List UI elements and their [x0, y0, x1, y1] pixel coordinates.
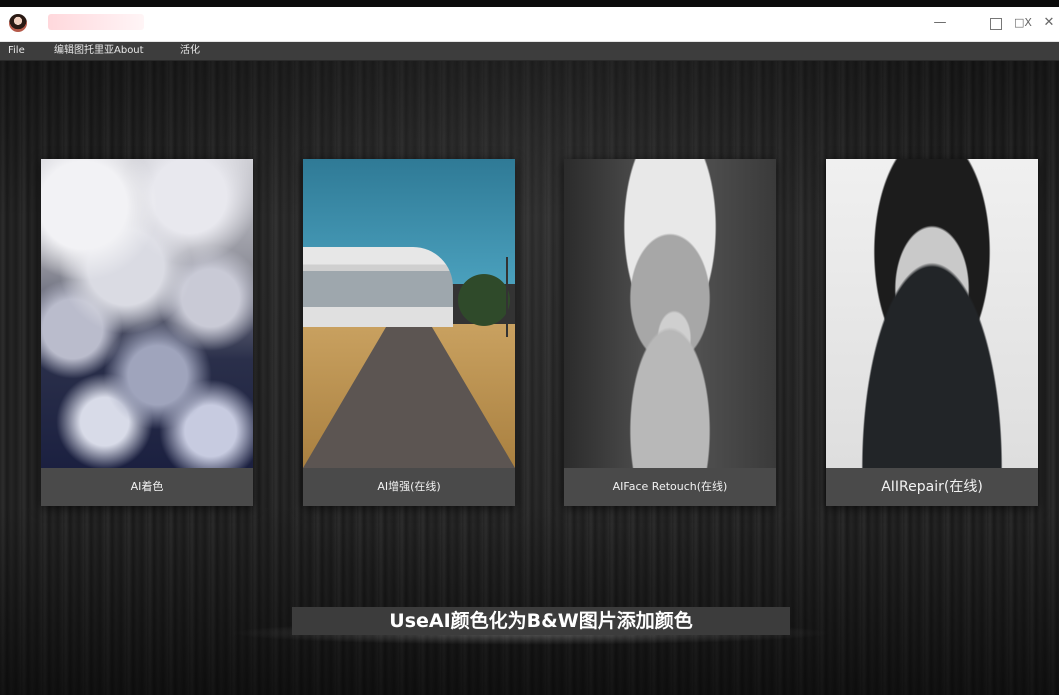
woman-portrait-image [826, 159, 1038, 468]
menu-edit-tutorial-about[interactable]: 编辑图托里亚About [54, 42, 144, 60]
app-logo-icon [9, 14, 27, 32]
title-bar: — □X ✕ [0, 7, 1059, 42]
menu-bar: File 编辑图托里亚About 活化 [0, 42, 1059, 61]
card-label: AI着色 [41, 468, 253, 506]
card-label: AIFace Retouch(在线) [564, 468, 776, 506]
building [303, 247, 453, 327]
window-title [48, 14, 144, 30]
card-ai-colorize[interactable]: AI着色 [41, 159, 253, 506]
building-road-image [303, 159, 515, 468]
feature-caption: UseAI颜色化为B&W图片添加颜色 [292, 607, 790, 635]
lamp-pole [506, 257, 508, 337]
minimize-button[interactable]: — [929, 12, 951, 34]
close-button[interactable]: ✕ [1038, 12, 1059, 34]
menu-file[interactable]: File [8, 42, 25, 60]
card-ai-face-retouch[interactable]: AIFace Retouch(在线) [564, 159, 776, 506]
old-man-portrait-image [564, 159, 776, 468]
maximize-icon [990, 18, 1002, 30]
card-ai-enhance[interactable]: AI增强(在线) [303, 159, 515, 506]
clouds-image [41, 159, 253, 468]
card-ai-repair[interactable]: AIIRepair(在线) [826, 159, 1038, 506]
maximize-button[interactable] [985, 12, 1007, 34]
restore-button[interactable]: □X [1012, 12, 1034, 34]
card-label: AIIRepair(在线) [826, 468, 1038, 506]
card-label: AI增强(在线) [303, 468, 515, 506]
menu-activate[interactable]: 活化 [180, 42, 200, 60]
main-area: AI着色 AI增强(在线) AIFace Retouch(在线) AIIRepa… [0, 61, 1059, 695]
